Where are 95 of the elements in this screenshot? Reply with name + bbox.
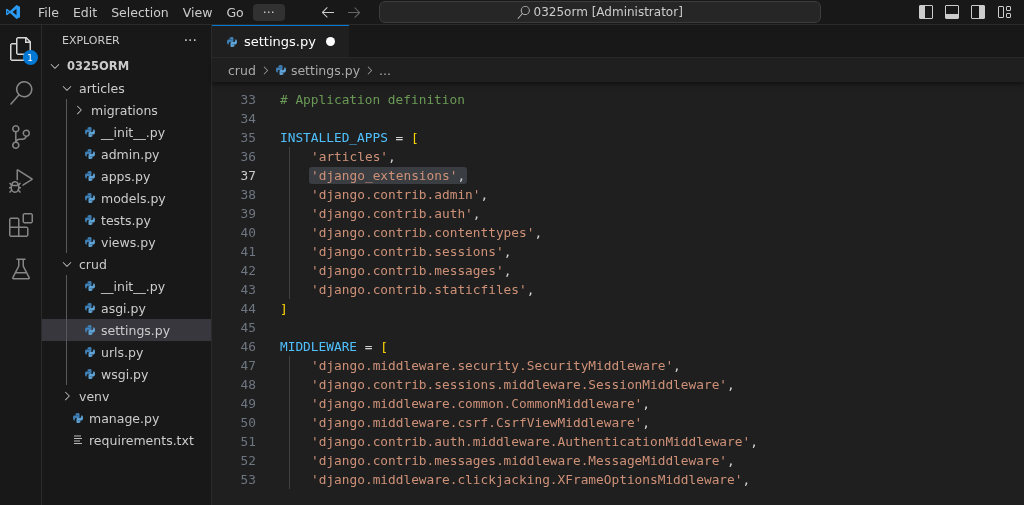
line-number: 44: [239, 301, 256, 316]
line-number: 43: [239, 282, 256, 297]
tree-item[interactable]: articles: [42, 77, 211, 99]
layout-icon[interactable]: [996, 4, 1012, 20]
line-number: 42: [239, 263, 256, 278]
menu-item[interactable]: Edit: [65, 4, 105, 20]
tree-item[interactable]: tests.py: [42, 209, 211, 231]
sidebar-toggle-icon[interactable]: [918, 4, 934, 20]
run-debug-icon[interactable]: [8, 169, 33, 193]
editor-tab[interactable]: settings.py: [212, 25, 349, 57]
tree-item[interactable]: apps.py: [42, 165, 211, 187]
menu-item[interactable]: View: [175, 4, 220, 20]
breadcrumb-item[interactable]: settings.py: [274, 62, 361, 78]
tree-item[interactable]: manage.py: [42, 407, 211, 429]
search-icon[interactable]: [8, 81, 33, 105]
line-number: 51: [239, 434, 256, 449]
code-line: 'django.contrib.messages',: [310, 262, 513, 279]
line-number: 34: [239, 111, 256, 126]
more-menu-button[interactable]: ···: [252, 3, 285, 21]
python-file-icon: [72, 412, 84, 424]
breadcrumb-item[interactable]: crud: [228, 62, 256, 78]
python-file-icon: [84, 280, 96, 292]
line-number: 36: [239, 149, 256, 164]
tree-item[interactable]: venv: [42, 385, 211, 407]
more-actions-button[interactable]: ···: [183, 32, 197, 48]
python-file-icon: [84, 236, 96, 248]
menu-item[interactable]: Selection: [104, 4, 176, 20]
notification-badge: 1: [22, 50, 38, 65]
line-number: 35: [239, 130, 256, 145]
tree-item[interactable]: wsgi.py: [42, 363, 211, 385]
code-line: 'django.middleware.common.CommonMiddleware',: [310, 395, 651, 412]
line-number: 52: [239, 453, 256, 468]
python-file-icon: [84, 368, 96, 380]
extensions-icon[interactable]: [8, 213, 33, 237]
line-number: 38: [239, 187, 256, 202]
line-number: 39: [239, 206, 256, 221]
text-file-icon: [72, 434, 84, 446]
code-line: MIDDLEWARE = [: [279, 338, 389, 355]
code-line: 'django.middleware.clickjacking.XFrameOptionsMiddleware',: [310, 471, 752, 488]
python-file-icon: [84, 324, 96, 336]
tree-item[interactable]: settings.py: [42, 319, 211, 341]
line-number: 45: [239, 320, 256, 335]
tree-item[interactable]: models.py: [42, 187, 211, 209]
python-file-icon: [274, 64, 287, 76]
line-number: 53: [239, 472, 256, 487]
code-line: 'django.middleware.security.SecurityMiddleware',: [310, 357, 682, 374]
code-line: 'django.contrib.auth.middleware.AuthenticationMiddleware',: [310, 433, 759, 450]
code-line: ]: [279, 300, 289, 317]
line-number: 46: [239, 339, 256, 354]
line-number: 49: [239, 396, 256, 411]
code-line: 'django.contrib.auth',: [310, 205, 482, 222]
secondary-sidebar-toggle-icon[interactable]: [970, 4, 986, 20]
tree-item[interactable]: __init__.py: [42, 121, 211, 143]
tree-item[interactable]: 0325ORM: [42, 55, 211, 77]
python-file-icon: [84, 170, 96, 182]
line-number: 37: [239, 168, 256, 183]
menu-item[interactable]: File: [31, 4, 66, 20]
sidebar-title: EXPLORER: [62, 33, 120, 47]
python-file-icon: [84, 214, 96, 226]
python-file-icon: [84, 302, 96, 314]
tree-item[interactable]: urls.py: [42, 341, 211, 363]
line-number: 41: [239, 244, 256, 259]
tree-item[interactable]: migrations: [42, 99, 211, 121]
tree-item[interactable]: admin.py: [42, 143, 211, 165]
code-line: 'django.contrib.admin',: [310, 186, 490, 203]
code-line: INSTALLED_APPS = [: [279, 129, 420, 146]
python-file-icon: [84, 192, 96, 204]
menu-item[interactable]: Go: [219, 4, 251, 20]
code-line: # Application definition: [279, 91, 466, 108]
tree-item[interactable]: asgi.py: [42, 297, 211, 319]
panel-toggle-icon[interactable]: [944, 4, 960, 20]
app-logo-icon: [5, 4, 21, 20]
python-file-icon: [226, 35, 238, 48]
line-number: 48: [239, 377, 256, 392]
line-number: 40: [239, 225, 256, 240]
tree-item[interactable]: __init__.py: [42, 275, 211, 297]
code-line: 'django.contrib.sessions.middleware.SessionMiddleware',: [310, 376, 736, 393]
line-number: 47: [239, 358, 256, 373]
tree-item[interactable]: crud: [42, 253, 211, 275]
python-file-icon: [84, 148, 96, 160]
line-number: 50: [239, 415, 256, 430]
tree-item[interactable]: views.py: [42, 231, 211, 253]
command-center-field[interactable]: 0325orm [Administrator]: [378, 1, 821, 23]
search-icon: [516, 5, 530, 19]
code-line: 'django.contrib.sessions',: [310, 243, 513, 260]
line-number: 33: [239, 92, 256, 107]
code-line: 'django.contrib.staticfiles',: [310, 281, 536, 298]
tree-item[interactable]: requirements.txt: [42, 429, 211, 451]
breadcrumb-item[interactable]: ...: [379, 62, 391, 78]
code-line: 'django.contrib.contenttypes',: [310, 224, 544, 241]
python-file-icon: [84, 126, 96, 138]
code-line: 'articles',: [310, 148, 397, 165]
code-line: 'django.middleware.csrf.CsrfViewMiddleware',: [310, 414, 651, 431]
code-line: 'django.contrib.messages.middleware.MessageMiddleware',: [310, 452, 736, 469]
python-file-icon: [84, 346, 96, 358]
